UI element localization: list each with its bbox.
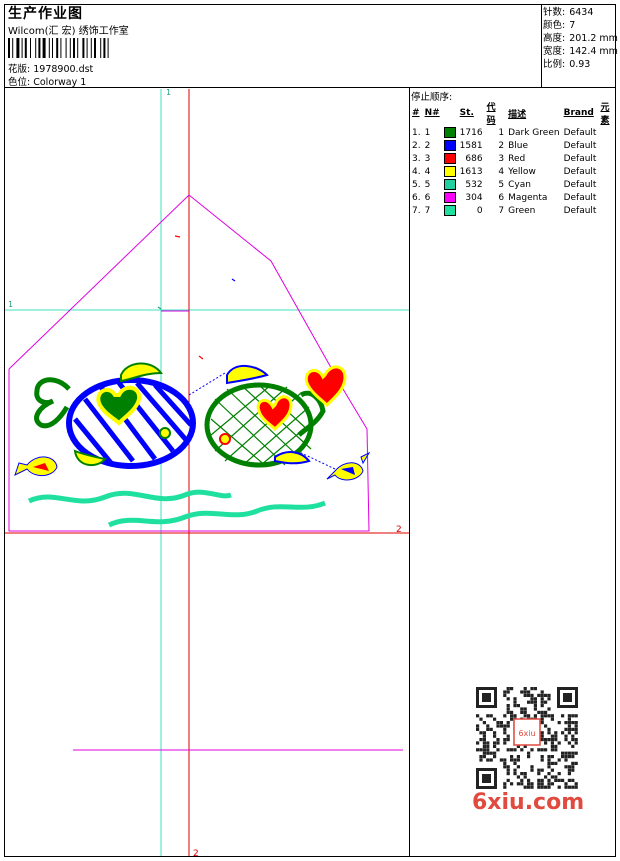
page-title: 生产作业图 bbox=[8, 6, 83, 22]
color-swatch bbox=[443, 153, 456, 164]
colorway-value: Colorway 1 bbox=[33, 77, 87, 88]
header-divider bbox=[541, 4, 542, 88]
stat-colors: 颜色: 7 bbox=[543, 20, 576, 31]
color-swatch bbox=[443, 166, 456, 177]
left-fish bbox=[66, 362, 196, 469]
stat-height: 高度: 201.2 mm bbox=[543, 33, 618, 44]
col-description: 描述 bbox=[508, 109, 527, 120]
guide-label-v2: 2 bbox=[193, 849, 199, 856]
table-header-row: # N# St. 代码 描述 Brand 元素 bbox=[410, 100, 620, 126]
color-swatch bbox=[443, 179, 456, 190]
barcode bbox=[8, 38, 109, 58]
svg-text:6xiu: 6xiu bbox=[518, 729, 535, 738]
wave-1 bbox=[27, 489, 232, 504]
col-stitches: St. bbox=[459, 108, 474, 118]
col-index: # bbox=[412, 108, 420, 118]
col-code: 代码 bbox=[486, 103, 496, 126]
stat-stitches: 针数: 6434 bbox=[543, 7, 594, 18]
guide-label-v1: 1 bbox=[166, 89, 171, 97]
colorway-row: 色位: Colorway 1 bbox=[8, 74, 86, 88]
embroidery-design-canvas: 1 1 2 2 bbox=[5, 89, 409, 856]
design-file-row: 花版: 1978900.dst bbox=[8, 61, 93, 75]
color-swatch bbox=[443, 140, 456, 151]
colorway-label: 色位: bbox=[8, 77, 31, 88]
small-fish-left bbox=[14, 456, 58, 476]
table-row: 2. 2 1581 2 Blue Default bbox=[412, 140, 597, 151]
guide-label-h2: 2 bbox=[396, 525, 402, 535]
wave-2 bbox=[107, 500, 326, 528]
table-row: 7. 7 0 7 Green Default bbox=[412, 205, 597, 216]
table-row: 5. 5 532 5 Cyan Default bbox=[412, 179, 597, 190]
stat-width: 宽度: 142.4 mm bbox=[543, 46, 618, 57]
table-row: 6. 6 304 6 Magenta Default bbox=[412, 192, 597, 203]
qr-code-watermark: 6xiu bbox=[472, 683, 582, 793]
table-row: 4. 4 1613 4 Yellow Default bbox=[412, 166, 597, 177]
table-row: 3. 3 686 3 Red Default bbox=[412, 153, 597, 164]
col-brand: Brand bbox=[563, 108, 594, 118]
col-element: 元素 bbox=[600, 103, 610, 126]
color-swatch bbox=[443, 192, 456, 203]
color-swatch bbox=[443, 127, 456, 138]
col-needle: N# bbox=[424, 108, 440, 118]
right-fish bbox=[204, 365, 347, 468]
left-fish-tail bbox=[34, 377, 71, 429]
stat-scale: 比例: 0.93 bbox=[543, 59, 591, 70]
col-swatch bbox=[442, 100, 458, 126]
table-row: 1. 1 1716 1 Dark Green Default bbox=[412, 127, 597, 138]
studio-name: Wilcom(汇 宏) 绣饰工作室 bbox=[8, 26, 129, 37]
color-swatch bbox=[443, 205, 456, 216]
guide-label-h1: 1 bbox=[8, 300, 13, 309]
design-stats: 针数: 6434 颜色: 7 高度: 201.2 mm 宽度: 142.4 mm 比例:… bbox=[543, 6, 618, 71]
watermark-text: 6xiu.com bbox=[472, 790, 585, 815]
color-sequence-table: # N# St. 代码 描述 Brand 元素 1. 1 1716 1 Dark Gre… bbox=[410, 100, 620, 217]
small-fish-right bbox=[326, 451, 371, 481]
